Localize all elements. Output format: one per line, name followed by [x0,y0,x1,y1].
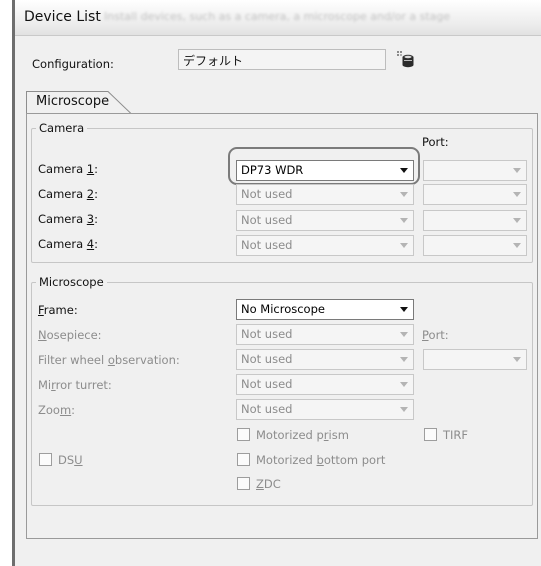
chevron-down-icon [400,407,408,412]
window-title: Device List [24,9,101,25]
camera-3-label: Camera 3: [38,212,98,226]
frame-select[interactable]: No Microscope [236,299,414,320]
chevron-down-icon [513,192,521,197]
dsu-label: DSU [58,453,83,467]
configuration-label: Configuration: [32,57,114,71]
configuration-field[interactable]: デフォルト [178,49,386,70]
window-title-description: Install devices, such as a camera, a mic… [104,10,451,23]
filter-wheel-select[interactable]: Not used [236,349,414,370]
chevron-down-icon [400,218,408,223]
camera-port-header: Port: [422,135,449,149]
tirf-checkbox[interactable] [424,428,437,441]
chevron-down-icon [400,332,408,337]
mirror-turret-label: Mirror turret: [38,378,112,392]
chevron-down-icon [513,218,521,223]
chevron-down-icon [400,382,408,387]
camera-2-select[interactable]: Not used [236,184,414,205]
camera-1-label: Camera 1: [38,162,98,176]
database-icon[interactable] [397,51,415,69]
camera-1-select[interactable]: DP73 WDR [236,160,414,181]
chevron-down-icon [400,357,408,362]
camera-4-port-select[interactable] [423,235,527,256]
tirf-label: TIRF [443,428,469,442]
motorized-prism-checkbox[interactable] [237,428,250,441]
dsu-checkbox[interactable] [39,453,52,466]
filter-wheel-label: Filter wheel observation: [38,353,180,367]
motorized-bottom-port-label: Motorized bottom port [256,453,386,467]
camera-group-title: Camera [36,121,88,135]
camera-2-port-select[interactable] [423,184,527,205]
chevron-down-icon [513,168,521,173]
zdc-label: ZDC [256,477,281,491]
camera-3-select[interactable]: Not used [236,210,414,231]
zoom-label: Zoom: [38,403,76,417]
camera-4-label: Camera 4: [38,237,98,251]
microscope-port-select[interactable] [423,349,527,370]
tab-microscope[interactable]: Microscope [36,94,109,109]
camera-1-port-select[interactable] [423,160,527,181]
frame-label: Frame: [38,303,78,317]
nosepiece-select[interactable]: Not used [236,324,414,345]
chevron-down-icon [400,307,408,312]
motorized-bottom-port-checkbox[interactable] [237,453,250,466]
nosepiece-port-label: Port: [422,328,449,342]
zdc-checkbox[interactable] [237,477,250,490]
chevron-down-icon [400,192,408,197]
chevron-down-icon [400,243,408,248]
nosepiece-label: Nosepiece: [38,328,102,342]
microscope-group-title: Microscope [36,275,107,289]
mirror-turret-select[interactable]: Not used [236,374,414,395]
chevron-down-icon [400,168,408,173]
camera-3-port-select[interactable] [423,210,527,231]
chevron-down-icon [513,243,521,248]
camera-2-label: Camera 2: [38,187,98,201]
camera-4-select[interactable]: Not used [236,235,414,256]
motorized-prism-label: Motorized prism [256,428,349,442]
zoom-select[interactable]: Not used [236,399,414,420]
chevron-down-icon [513,357,521,362]
